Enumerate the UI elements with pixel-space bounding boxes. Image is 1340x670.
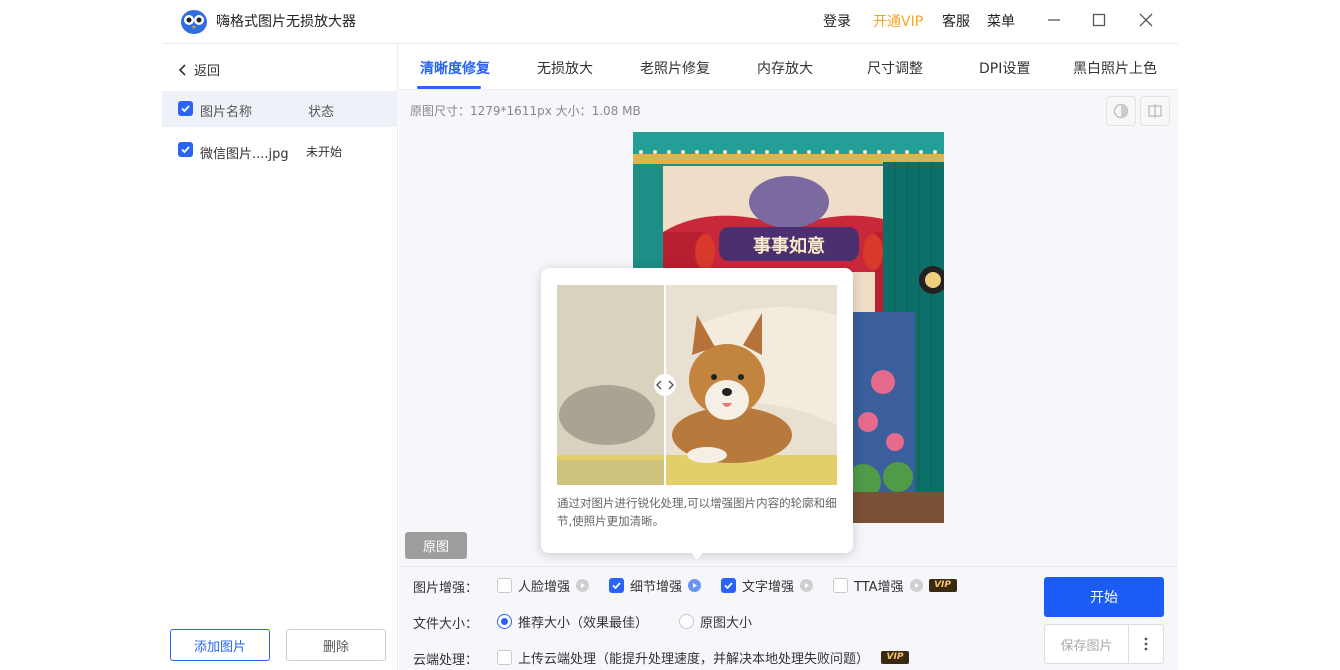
detail-enhance-label: 细节增强 bbox=[630, 580, 683, 595]
cloud-upload-label: 上传云端处理（能提升处理速度，并解决本地处理失败问题） bbox=[518, 652, 870, 667]
cloud-label: 云端处理： bbox=[413, 653, 479, 668]
face-enhance-checkbox[interactable] bbox=[497, 578, 512, 593]
file-list-panel: 返回 图片名称 状态 微信图片....jpg 未开始 添加图片 删除 bbox=[162, 44, 398, 670]
feature-tabs: 清晰度修复 无损放大 老照片修复 内存放大 尺寸调整 DPI设置 黑白照片上色 bbox=[399, 44, 1178, 90]
compare-button[interactable] bbox=[1106, 96, 1136, 126]
title-bar: 嗨格式图片无损放大器 登录 开通VIP 客服 菜单 bbox=[162, 0, 1178, 44]
service-link[interactable]: 客服 bbox=[942, 11, 970, 31]
feature-tooltip: 通过对图片进行锐化处理,可以增强图片内容的轮廓和细节,使照片更加清晰。 bbox=[541, 268, 853, 553]
header-status: 状态 bbox=[308, 105, 335, 120]
size-recommended-radio[interactable] bbox=[497, 614, 512, 629]
more-vertical-icon bbox=[1144, 637, 1148, 651]
maximize-icon[interactable] bbox=[1089, 10, 1109, 30]
comparison-image bbox=[557, 285, 837, 485]
file-list-header: 图片名称 状态 bbox=[162, 91, 398, 127]
add-image-button[interactable]: 添加图片 bbox=[170, 629, 270, 661]
delete-button[interactable]: 删除 bbox=[286, 629, 386, 661]
face-enhance-label: 人脸增强 bbox=[518, 580, 571, 595]
detail-enhance-checkbox[interactable] bbox=[609, 578, 624, 593]
minimize-icon[interactable] bbox=[1044, 10, 1064, 30]
vip-badge: VIP bbox=[928, 579, 957, 592]
save-image-button[interactable]: 保存图片 bbox=[1044, 624, 1129, 664]
original-image-button[interactable]: 原图 bbox=[405, 532, 467, 559]
tooltip-description: 通过对图片进行锐化处理,可以增强图片内容的轮廓和细节,使照片更加清晰。 bbox=[557, 496, 837, 528]
tab-clarity-repair[interactable]: 清晰度修复 bbox=[420, 58, 490, 78]
tab-dpi-settings[interactable]: DPI设置 bbox=[979, 58, 1030, 78]
login-link[interactable]: 登录 bbox=[823, 11, 851, 31]
play-icon[interactable] bbox=[576, 579, 590, 592]
vip-badge: VIP bbox=[881, 651, 910, 664]
enhance-label: 图片增强： bbox=[413, 581, 479, 596]
size-original-label: 原图大小 bbox=[700, 616, 753, 631]
tta-enhance-option[interactable]: TTA增强 VIP bbox=[833, 576, 957, 595]
tta-enhance-checkbox[interactable] bbox=[833, 578, 848, 593]
file-checkbox[interactable] bbox=[178, 142, 193, 157]
app-title: 嗨格式图片无损放大器 bbox=[216, 14, 356, 30]
contrast-icon bbox=[1113, 103, 1129, 119]
image-meta: 原图尺寸：1279*1611px 大小：1.08 MB bbox=[410, 104, 641, 118]
banner-text: 事事如意 bbox=[753, 235, 825, 257]
back-label: 返回 bbox=[194, 64, 221, 79]
tooltip-arrow bbox=[689, 550, 705, 560]
size-recommended-option[interactable]: 推荐大小（效果最佳） bbox=[497, 612, 648, 631]
tab-memory-enlarge[interactable]: 内存放大 bbox=[757, 58, 813, 78]
split-view-button[interactable] bbox=[1140, 96, 1170, 126]
owl-logo-icon bbox=[181, 10, 207, 34]
play-icon[interactable] bbox=[909, 579, 923, 592]
tab-old-photo-repair[interactable]: 老照片修复 bbox=[640, 58, 710, 78]
active-tab-indicator bbox=[417, 86, 481, 89]
file-name: 微信图片....jpg bbox=[200, 147, 289, 162]
cloud-upload-option[interactable]: 上传云端处理（能提升处理速度，并解决本地处理失败问题） VIP bbox=[497, 648, 910, 667]
play-icon[interactable] bbox=[800, 579, 814, 592]
cloud-upload-checkbox[interactable] bbox=[497, 650, 512, 665]
close-icon[interactable] bbox=[1136, 10, 1156, 30]
header-name: 图片名称 bbox=[200, 105, 253, 120]
check-icon bbox=[181, 146, 190, 154]
app-window: 嗨格式图片无损放大器 登录 开通VIP 客服 菜单 返回 图片名称 状态 微信图… bbox=[162, 0, 1178, 670]
play-icon[interactable] bbox=[688, 579, 702, 592]
split-view-icon bbox=[1148, 104, 1162, 118]
select-all-checkbox[interactable] bbox=[178, 101, 193, 116]
face-enhance-option[interactable]: 人脸增强 bbox=[497, 576, 590, 595]
tab-lossless-enlarge[interactable]: 无损放大 bbox=[537, 58, 593, 78]
dog-comparison-illustration bbox=[557, 285, 837, 485]
menu-link[interactable]: 菜单 bbox=[987, 11, 1015, 31]
back-button[interactable]: 返回 bbox=[178, 60, 220, 79]
check-icon bbox=[181, 105, 190, 113]
start-button[interactable]: 开始 bbox=[1044, 577, 1164, 617]
text-enhance-option[interactable]: 文字增强 bbox=[721, 576, 814, 595]
tab-size-adjust[interactable]: 尺寸调整 bbox=[867, 58, 923, 78]
file-status: 未开始 bbox=[306, 145, 343, 159]
tab-colorize[interactable]: 黑白照片上色 bbox=[1073, 58, 1157, 78]
size-recommended-label: 推荐大小（效果最佳） bbox=[518, 616, 649, 631]
main-area: 清晰度修复 无损放大 老照片修复 内存放大 尺寸调整 DPI设置 黑白照片上色 … bbox=[399, 44, 1178, 670]
more-options-button[interactable] bbox=[1128, 624, 1164, 664]
options-panel: 图片增强： 人脸增强 细节增强 文字增强 TTA增强 VIP 文件大小： 推荐大… bbox=[399, 566, 1178, 670]
size-original-option[interactable]: 原图大小 bbox=[679, 612, 752, 631]
chevron-left-icon bbox=[178, 63, 186, 76]
vip-link[interactable]: 开通VIP bbox=[873, 11, 923, 31]
text-enhance-label: 文字增强 bbox=[742, 580, 795, 595]
detail-enhance-option[interactable]: 细节增强 bbox=[609, 576, 702, 595]
size-label: 文件大小： bbox=[413, 617, 479, 632]
text-enhance-checkbox[interactable] bbox=[721, 578, 736, 593]
tta-enhance-label: TTA增强 bbox=[854, 580, 904, 595]
size-original-radio[interactable] bbox=[679, 614, 694, 629]
